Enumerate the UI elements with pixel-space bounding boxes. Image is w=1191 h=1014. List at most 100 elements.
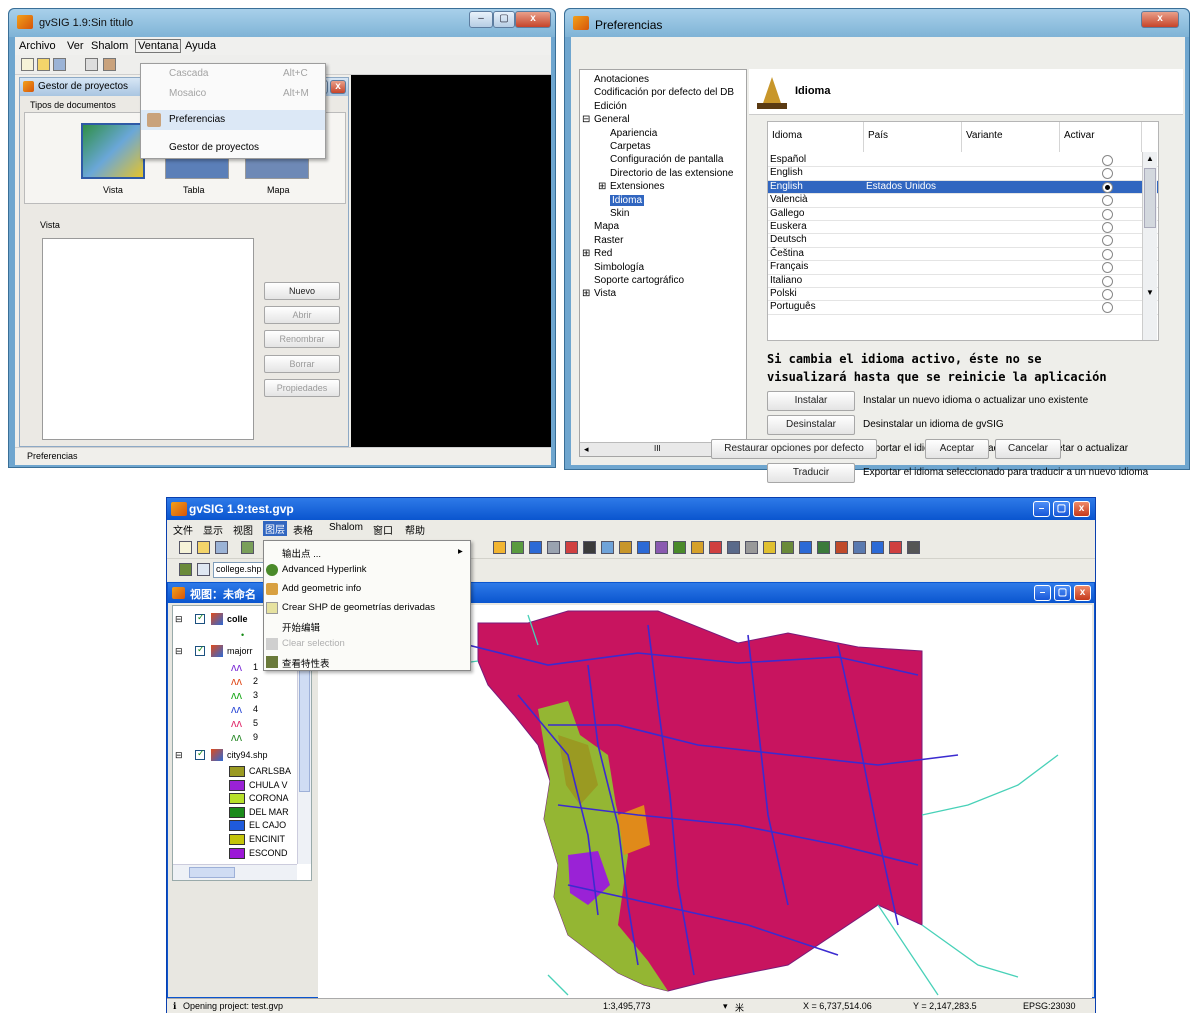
minimize-button[interactable]: – [1033,501,1050,517]
renombrar-button[interactable]: Renombrar [264,330,340,348]
restore-button[interactable]: ▢ [1054,585,1071,601]
tree-expander-icon[interactable]: ⊞ [598,181,606,192]
layer-college-checkbox[interactable] [195,612,205,624]
layer-majorroads-checkbox[interactable] [195,644,205,656]
minimize-button[interactable]: – [1034,585,1051,601]
map-tool-icon[interactable] [637,541,650,554]
map-tool-icon[interactable] [691,541,704,554]
menu-view[interactable]: 视图 [233,522,253,537]
language-row[interactable]: Español [768,154,1158,168]
menu-item-gestor[interactable]: Gestor de proyectos [141,138,325,158]
menu-help[interactable]: 帮助 [405,522,425,537]
collapse-icon[interactable]: ⊟ [175,614,183,625]
tree-expander-icon[interactable]: ⊞ [582,248,590,259]
close-button[interactable]: x [515,11,551,28]
title-bar[interactable]: Preferencias x [565,9,1189,37]
scale-dropdown-icon[interactable]: ▾ [723,1001,728,1012]
map-tool-icon[interactable] [511,541,524,554]
language-row[interactable]: Français [768,261,1158,275]
map-tool-icon[interactable] [529,541,542,554]
menu-ventana[interactable]: Ventana [135,39,182,53]
map-tool-icon[interactable] [619,541,632,554]
language-row[interactable]: Italiano [768,275,1158,288]
table-icon[interactable] [197,563,210,576]
cancelar-button[interactable]: Cancelar [995,439,1061,459]
edit-layer-icon[interactable] [179,563,192,576]
tree-node[interactable]: Skin [610,208,629,219]
tree-node[interactable]: Mapa [594,221,619,232]
table-vertical-scrollbar[interactable]: ▲ ▼ [1142,152,1157,340]
tree-node[interactable]: Codificación por defecto del DB [594,87,734,98]
menu-archivo[interactable]: Archivo [19,40,56,52]
tree-node[interactable]: Idioma [610,194,645,206]
map-tool-icon[interactable] [565,541,578,554]
map-tool-icon[interactable] [871,541,884,554]
activate-radio[interactable] [1102,275,1113,287]
col-activar[interactable]: Activar [1060,122,1142,152]
aceptar-button[interactable]: Aceptar [925,439,989,459]
activate-radio[interactable] [1102,262,1113,274]
restore-button[interactable]: ▢ [1053,501,1070,517]
title-bar[interactable]: gvSIG 1.9:Sin titulo – ▢ x [9,9,555,37]
map-tool-icon[interactable] [547,541,560,554]
scroll-down-icon[interactable]: ▼ [1146,288,1154,297]
activate-radio[interactable] [1102,195,1113,207]
scroll-thumb-grip[interactable]: III [654,444,661,453]
close-button[interactable]: x [330,80,346,94]
language-row[interactable]: Português [768,301,1158,315]
tree-node[interactable]: Anotaciones [594,74,649,85]
maximize-button[interactable]: ▢ [493,11,515,28]
language-row[interactable]: Gallego [768,208,1158,221]
col-pais[interactable]: País [864,122,962,152]
menu-item-export[interactable]: 输出点 ... ▸ [264,543,470,561]
tree-expander-icon[interactable]: ⊟ [582,114,590,125]
menu-item-add-geometric-info[interactable]: Add geometric info [264,580,470,598]
tree-node[interactable]: Carpetas [610,141,651,152]
tree-node[interactable]: Vista [594,288,616,299]
new-icon[interactable] [21,58,34,71]
action-button[interactable]: Traducir [767,463,855,483]
language-row[interactable]: Valencià [768,194,1158,208]
borrar-button[interactable]: Borrar [264,355,340,373]
layer-select-field[interactable]: college.shp [213,562,267,578]
collapse-icon[interactable]: ⊟ [175,750,183,761]
tree-node[interactable]: Configuración de pantalla [610,154,723,165]
language-row[interactable]: Deutsch [768,234,1158,248]
title-bar[interactable]: gvSIG 1.9:test.gvp – ▢ x [167,498,1095,520]
map-tool-icon[interactable] [889,541,902,554]
action-button[interactable]: Desinstalar [767,415,855,435]
language-row[interactable]: Čeština [768,248,1158,262]
tree-node[interactable]: Directorio de las extensione [610,168,733,179]
menu-item-start-editing[interactable]: 开始编辑 [264,617,470,635]
collapse-icon[interactable]: ⊟ [175,646,183,657]
propiedades-button[interactable]: Propiedades [264,379,340,397]
tree-node[interactable]: Edición [594,101,627,112]
menu-file[interactable]: 文件 [173,522,193,537]
tree-expander-icon[interactable]: ⊞ [582,288,590,299]
language-row[interactable]: English Estados Unidos [768,180,1158,195]
language-row[interactable]: Euskera [768,221,1158,235]
tools-icon[interactable] [103,58,116,71]
abrir-button[interactable]: Abrir [264,306,340,324]
tree-node[interactable]: Soporte cartográfico [594,275,684,286]
menu-item-crear-shp[interactable]: Crear SHP de geometrías derivadas [264,599,470,617]
vista-icon[interactable] [81,123,145,179]
menu-item-clear-selection[interactable]: Clear selection [264,635,470,653]
close-button[interactable]: x [1141,11,1179,28]
project-icon[interactable] [85,58,98,71]
menu-item-advanced-hyperlink[interactable]: Advanced Hyperlink [264,561,470,579]
add-layer-icon[interactable] [241,541,254,554]
map-tool-icon[interactable] [835,541,848,554]
nuevo-button[interactable]: Nuevo [264,282,340,300]
menu-item-cascada[interactable]: Cascada Alt+C [141,64,325,84]
activate-radio[interactable] [1102,235,1113,247]
layer-college[interactable]: colle [227,614,248,624]
map-tool-icon[interactable] [745,541,758,554]
activate-radio[interactable] [1102,289,1113,300]
scroll-thumb[interactable] [189,867,235,878]
close-button[interactable]: x [1073,501,1090,517]
activate-radio[interactable] [1102,181,1113,193]
activate-radio[interactable] [1102,302,1113,314]
layer-city94-checkbox[interactable] [195,748,205,760]
map-tool-icon[interactable] [763,541,776,554]
